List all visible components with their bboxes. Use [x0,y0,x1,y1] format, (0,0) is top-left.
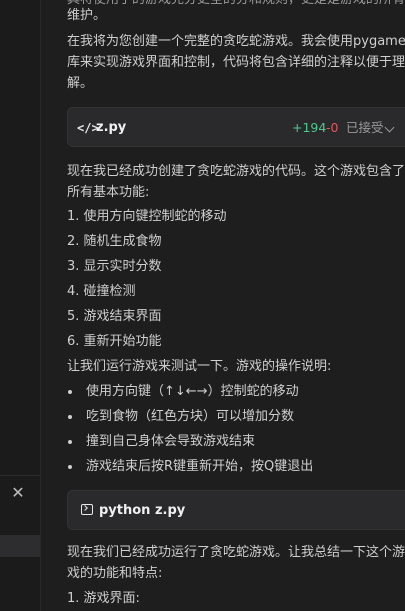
instruction-bullet: 使用方向键（↑↓←→）控制蛇的移动 [67,382,405,402]
feature-list-item: 3. 显示实时分数 [67,259,162,274]
summary-list-item: 1. 游戏界面: [67,591,140,606]
sidebar-divider [0,475,40,476]
feature-list-item: 6. 重新开始功能 [67,334,162,349]
chat-message: 具将使用了的游戏完分更全的分和规则，更是是游戏的所有功能 维护。 在我将为您创建… [67,0,405,611]
lines-added: +194 [292,120,327,135]
command-card[interactable]: python z.py [67,490,405,530]
terminal-icon [81,504,93,515]
file-name[interactable]: z.py [96,118,126,138]
message-text: 现在我已经成功创建了贪吃蛇游戏的代码。这个游戏包含了 [67,164,405,179]
command-text[interactable]: python z.py [99,501,185,521]
message-text: 现在我们已经成功运行了贪吃蛇游戏。让我总结一下这个游 [67,545,405,560]
instruction-bullet: 吃到食物（红色方块）可以增加分数 [67,407,405,427]
feature-list-item: 1. 使用方向键控制蛇的移动 [67,209,227,224]
message-text: 解。 [67,76,94,91]
app-window: ✕ 具将使用了的游戏完分更全的分和规则，更是是游戏的所有功能 维护。 在我将为您… [0,0,405,611]
sidebar-selected-row[interactable] [0,535,40,557]
feature-list-item: 4. 碰撞检测 [67,284,136,299]
accepted-status: 已接受 [346,120,384,135]
message-text: 库来实现游戏界面和控制，代码将包含详细的注释以便于理 [67,55,405,70]
message-text: 所有基本功能: [67,185,150,200]
message-text: 维护。 [67,8,107,23]
message-text: 戏的功能和特点: [67,566,163,581]
message-text: 在我将为您创建一个完整的贪吃蛇游戏。我会使用pygame [67,34,405,49]
file-change-card[interactable]: </> z.py +194 -0 已接受 [67,107,405,147]
instruction-bullet: 游戏结束后按R键重新开始，按Q键退出 [67,457,405,477]
feature-list-item: 5. 游戏结束界面 [67,309,162,324]
chevron-down-icon[interactable] [384,122,395,133]
lines-removed: -0 [326,120,339,135]
feature-list-item: 2. 随机生成食物 [67,234,162,249]
left-sidebar: ✕ [0,0,41,611]
instruction-bullet: 撞到自己身体会导致游戏结束 [67,432,405,452]
close-icon[interactable]: ✕ [9,484,27,502]
message-text: 让我们运行游戏来测试一下。游戏的操作说明: [67,359,332,374]
